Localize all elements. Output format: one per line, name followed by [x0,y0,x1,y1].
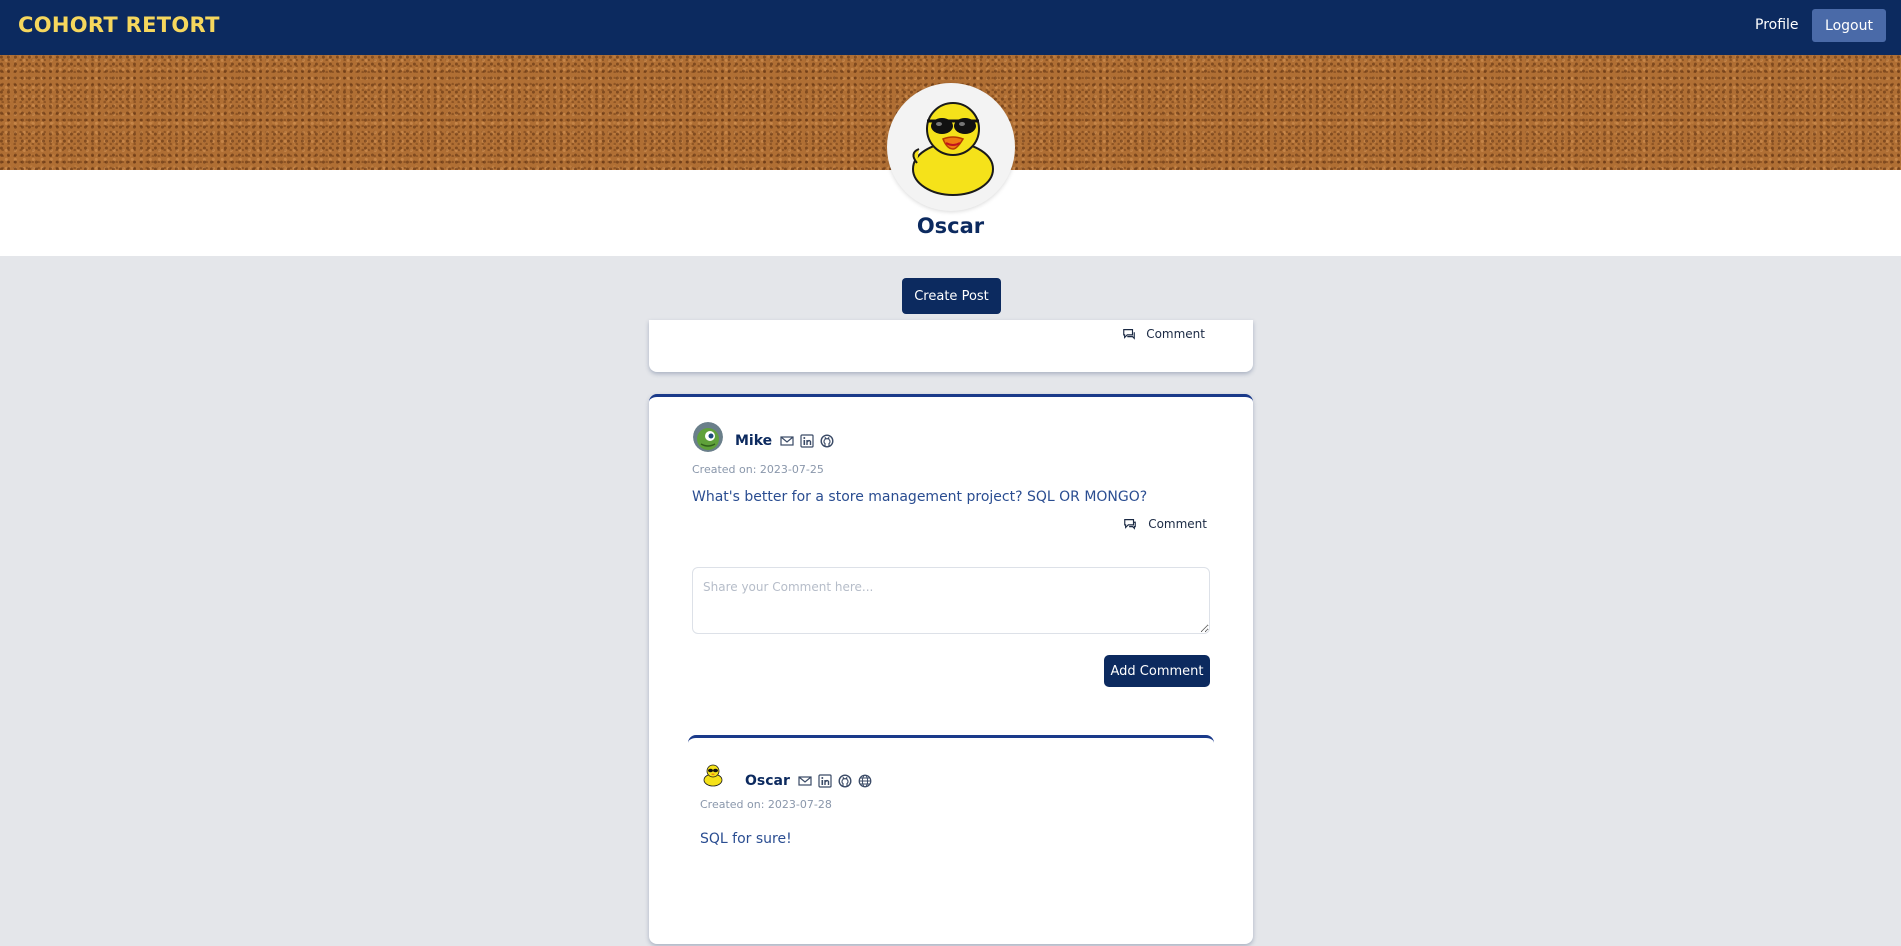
comment-label: Comment [1148,517,1207,531]
comment-icon [1123,517,1137,531]
linkedin-icon[interactable] [800,434,814,448]
profile-avatar [887,83,1015,211]
comment-author-name[interactable]: Oscar [745,773,790,789]
create-post-button[interactable]: Create Post [902,278,1001,314]
github-icon[interactable] [820,434,834,448]
comment-input[interactable] [692,567,1210,634]
comment-icon [1122,327,1136,341]
rubber-duck-icon [912,102,994,196]
add-comment-button[interactable]: Add Comment [1104,655,1210,687]
email-icon[interactable] [798,774,812,788]
post-created-date: Created on: 2023-07-25 [692,463,824,476]
post-card: Mike Created on: 2023-07-25 What's bette… [649,394,1253,944]
post-card-previous: Comment [649,320,1253,372]
avatar [699,762,725,788]
globe-icon[interactable] [858,774,872,788]
rubber-duck-icon [703,764,723,787]
comment-toggle-previous[interactable]: Comment [1122,327,1205,341]
post-author-row: Mike [693,422,840,452]
comment-card: Oscar Created on: 2023-07-28 SQL for sur… [688,735,1214,928]
profile-name: Oscar [916,214,985,238]
post-content: What's better for a store management pro… [692,489,1148,505]
post-author-name[interactable]: Mike [735,433,772,449]
email-icon[interactable] [780,434,794,448]
linkedin-icon[interactable] [818,774,832,788]
comment-toggle[interactable]: Comment [1123,517,1207,531]
logout-button[interactable]: Logout [1812,9,1886,42]
comment-label: Comment [1146,327,1205,341]
avatar [693,422,723,452]
alien-avatar-icon [693,422,723,452]
nav-profile-link[interactable]: Profile [1755,17,1799,33]
comment-author-row: Oscar [699,761,878,789]
comment-created-date: Created on: 2023-07-28 [700,798,832,811]
navbar: COHORT RETORT Profile Logout [0,0,1901,55]
brand-logo[interactable]: COHORT RETORT [18,13,220,37]
comment-content: SQL for sure! [700,831,792,847]
github-icon[interactable] [838,774,852,788]
